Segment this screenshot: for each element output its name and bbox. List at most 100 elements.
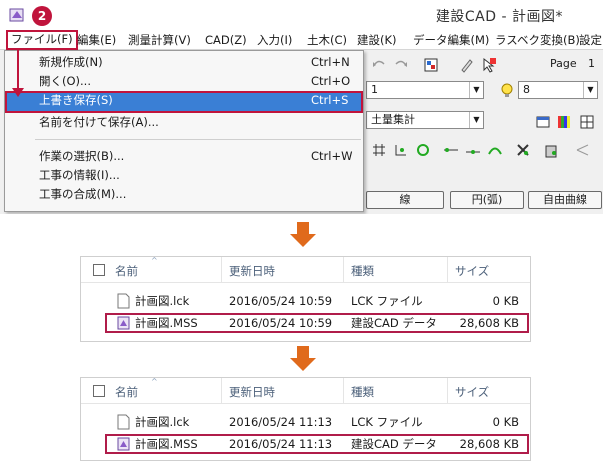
column-name[interactable]: 名前 xyxy=(115,384,138,400)
explorer-before: ^ 名前 更新日時 種類 サイズ 計画図.lck 2016/05/24 10:5… xyxy=(80,256,531,342)
arc-snap-icon[interactable] xyxy=(486,141,504,159)
file-modified: 2016/05/24 11:13 xyxy=(229,415,333,429)
cancel-snap-icon[interactable] xyxy=(514,141,532,159)
pencil-icon[interactable] xyxy=(458,56,476,74)
column-divider[interactable] xyxy=(447,257,448,283)
menu-merge-project[interactable]: 工事の合成(M)... xyxy=(5,185,363,204)
menu-save-label: 上書き保存(S) xyxy=(39,93,113,107)
line-draw-button[interactable]: 線 xyxy=(366,191,444,209)
menu-survey[interactable]: 測量計算(V) xyxy=(125,31,194,49)
explorer-header: ^ 名前 更新日時 種類 サイズ xyxy=(81,256,530,283)
arrow-right-icon[interactable] xyxy=(574,141,592,159)
file-modified: 2016/05/24 10:59 xyxy=(229,316,333,330)
column-divider[interactable] xyxy=(221,257,222,283)
menu-open[interactable]: 開く(O)... Ctrl+O xyxy=(5,72,363,91)
menu-project-info[interactable]: 工事の情報(I)... xyxy=(5,166,363,185)
layer-icon[interactable] xyxy=(422,56,440,74)
window-icon[interactable] xyxy=(534,113,552,131)
file-type: 建設CAD データ xyxy=(351,316,437,330)
menu-civil[interactable]: 土木(C) xyxy=(304,31,350,49)
menu-bar: ファイル(F) 編集(E) 測量計算(V) CAD(Z) 入力(I) 土木(C)… xyxy=(0,30,603,50)
column-divider[interactable] xyxy=(343,257,344,283)
menu-select-work-shortcut: Ctrl+W xyxy=(311,149,353,163)
file-type: 建設CAD データ xyxy=(351,437,437,451)
column-size[interactable]: サイズ xyxy=(455,384,489,400)
menu-input[interactable]: 入力(I) xyxy=(254,31,295,49)
layer-number-combo[interactable]: 8 ▼ xyxy=(518,81,598,99)
cad-app-window: 2 建設CAD - 計画図* ファイル(F) 編集(E) 測量計算(V) CAD… xyxy=(0,0,603,214)
column-divider[interactable] xyxy=(343,378,344,404)
file-menu-dropdown: 新規作成(N) Ctrl+N 開く(O)... Ctrl+O 上書き保存(S) … xyxy=(4,50,364,212)
select-all-checkbox[interactable] xyxy=(93,385,105,397)
pointer-arrow-head xyxy=(12,88,24,97)
menu-open-label: 開く(O)... xyxy=(39,74,91,88)
layer-name-combo[interactable]: 土量集計 ▼ xyxy=(366,111,484,129)
menu-cad[interactable]: CAD(Z) xyxy=(202,31,250,49)
document-icon xyxy=(117,293,130,309)
lightbulb-icon[interactable] xyxy=(498,82,516,100)
cad-file-icon xyxy=(117,316,130,330)
menu-save-as[interactable]: 名前を付けて保存(A)... xyxy=(5,113,363,132)
midpoint-snap-icon[interactable] xyxy=(464,141,482,159)
freehand-draw-button[interactable]: 自由曲線 xyxy=(528,191,602,209)
column-type[interactable]: 種類 xyxy=(351,263,374,279)
file-row-highlighted[interactable]: 計画図.MSS 2016/05/24 11:13 建設CAD データ 28,60… xyxy=(105,434,529,454)
file-row[interactable]: 計画図.lck 2016/05/24 10:59 LCK ファイル 0 KB xyxy=(81,291,530,311)
file-row[interactable]: 計画図.lck 2016/05/24 11:13 LCK ファイル 0 KB xyxy=(81,412,530,432)
menu-settings[interactable]: 設定 xyxy=(576,31,603,49)
cad-file-icon xyxy=(117,437,130,451)
line-snap-icon[interactable] xyxy=(442,141,460,159)
line-combo-value: 1 xyxy=(371,83,378,96)
window-title: 建設CAD - 計画図* xyxy=(435,9,563,25)
pointer-edit-icon[interactable] xyxy=(480,56,498,74)
arc-draw-button[interactable]: 円(弧) xyxy=(450,191,524,209)
menu-raster-vector[interactable]: ラスベク変換(B) xyxy=(492,31,583,49)
column-type[interactable]: 種類 xyxy=(351,384,374,400)
menu-save[interactable]: 上書き保存(S) Ctrl+S xyxy=(5,91,363,113)
explorer-header: ^ 名前 更新日時 種類 サイズ xyxy=(81,377,530,404)
column-size[interactable]: サイズ xyxy=(455,263,489,279)
page-label: Page xyxy=(550,57,577,70)
file-row-highlighted[interactable]: 計画図.MSS 2016/05/24 10:59 建設CAD データ 28,60… xyxy=(105,313,529,333)
grid-icon[interactable] xyxy=(578,113,596,131)
palette-icon[interactable] xyxy=(556,113,574,131)
trash-icon[interactable] xyxy=(542,141,560,159)
menu-save-shortcut: Ctrl+S xyxy=(311,93,349,107)
chevron-down-icon[interactable]: ▼ xyxy=(583,82,597,98)
menu-file[interactable]: ファイル(F) xyxy=(6,30,78,50)
undo-icon[interactable] xyxy=(370,56,388,74)
menu-data-edit[interactable]: データ編集(M) xyxy=(410,31,492,49)
layer-combo-value: 8 xyxy=(523,83,530,96)
file-modified: 2016/05/24 10:59 xyxy=(229,294,333,308)
pointer-arrow xyxy=(17,50,19,90)
arrow-down-icon xyxy=(290,346,316,372)
menu-merge-project-label: 工事の合成(M)... xyxy=(39,187,127,201)
menu-building[interactable]: 建設(K) xyxy=(354,31,400,49)
line-combo[interactable]: 1 ▼ xyxy=(366,81,484,99)
layer-name-value: 土量集計 xyxy=(371,113,415,126)
file-name: 計画図.lck xyxy=(135,415,190,429)
file-name: 計画図.MSS xyxy=(135,437,198,451)
menu-new[interactable]: 新規作成(N) Ctrl+N xyxy=(5,53,363,72)
point-snap-icon[interactable] xyxy=(392,141,410,159)
menu-select-work-label: 作業の選択(B)... xyxy=(39,149,125,163)
page-number: 1 xyxy=(588,57,595,70)
file-name: 計画図.MSS xyxy=(135,316,198,330)
menu-select-work[interactable]: 作業の選択(B)... Ctrl+W xyxy=(5,147,363,166)
sort-caret-icon: ^ xyxy=(151,256,158,265)
circle-snap-icon[interactable] xyxy=(414,141,432,159)
column-name[interactable]: 名前 xyxy=(115,263,138,279)
column-modified[interactable]: 更新日時 xyxy=(229,263,275,279)
toolbar-area: Page 1 1 ▼ 8 ▼ 土量集計 ▼ xyxy=(360,51,603,214)
grid-snap-icon[interactable] xyxy=(370,141,388,159)
chevron-down-icon[interactable]: ▼ xyxy=(469,112,483,128)
menu-edit[interactable]: 編集(E) xyxy=(74,31,119,49)
column-divider[interactable] xyxy=(447,378,448,404)
menu-project-info-label: 工事の情報(I)... xyxy=(39,168,120,182)
file-size: 28,608 KB xyxy=(459,437,519,451)
redo-icon[interactable] xyxy=(392,56,410,74)
select-all-checkbox[interactable] xyxy=(93,264,105,276)
column-divider[interactable] xyxy=(221,378,222,404)
column-modified[interactable]: 更新日時 xyxy=(229,384,275,400)
chevron-down-icon[interactable]: ▼ xyxy=(469,82,483,98)
